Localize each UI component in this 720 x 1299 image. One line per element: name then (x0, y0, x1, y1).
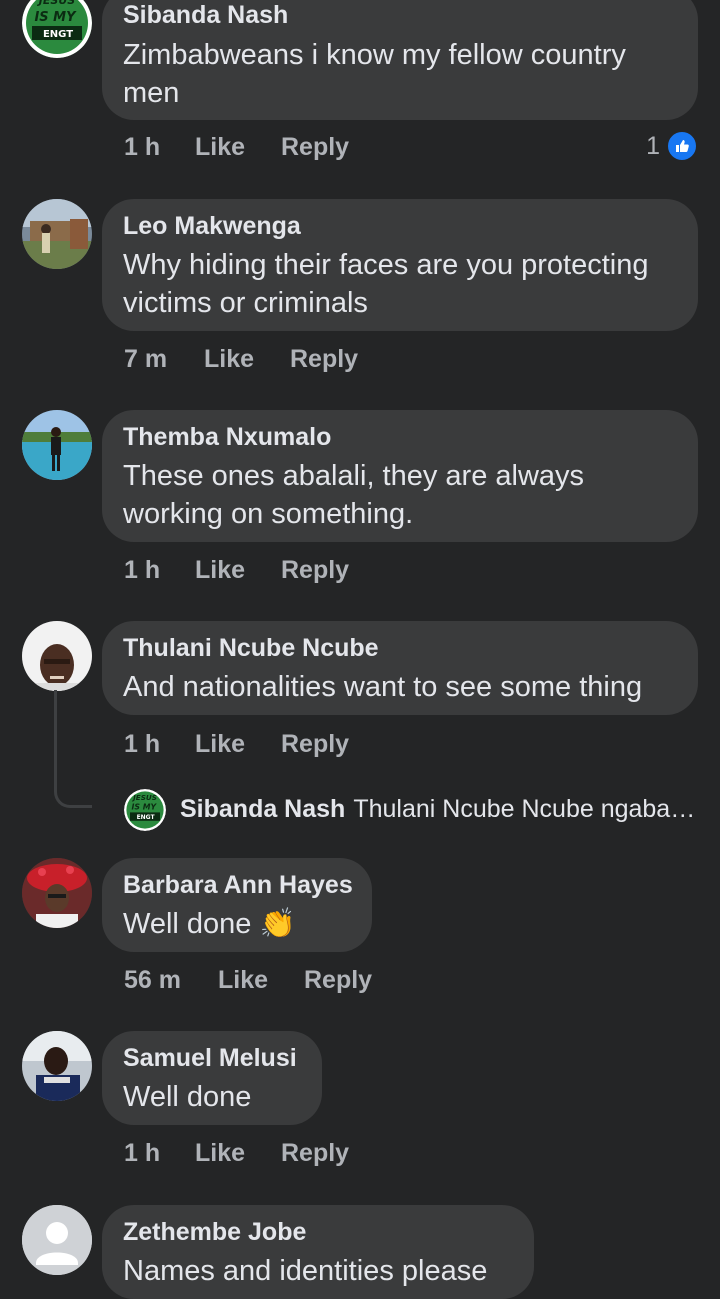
reply-button[interactable]: Reply (290, 345, 358, 374)
commenter-name[interactable]: Samuel Melusi (123, 1044, 297, 1073)
comment-time[interactable]: 56 m (124, 966, 181, 995)
reaction-count: 1 (646, 131, 660, 160)
avatar-logo-text: IS MY (131, 802, 157, 811)
comment-text: Well done 👏 (123, 908, 296, 940)
comment-text: Why hiding their faces are you protectin… (123, 249, 649, 319)
comment-bubble[interactable]: Thulani Ncube Ncube And nationalities wa… (102, 621, 698, 715)
reply-author-name[interactable]: Sibanda Nash (180, 795, 345, 823)
comment-text: Zimbabweans i know my fellow country men (123, 39, 626, 109)
comment-time[interactable]: 1 h (124, 556, 160, 585)
avatar-logo-text: JESUS (37, 0, 75, 7)
comment-bubble[interactable]: Themba Nxumalo These ones abalali, they … (102, 410, 698, 542)
comment-time[interactable]: 7 m (124, 345, 167, 374)
avatar[interactable]: JESUS IS MY ENGT (22, 0, 92, 58)
avatar[interactable] (22, 621, 92, 691)
like-button[interactable]: Like (204, 345, 254, 374)
comment-text: Names and identities please (123, 1255, 488, 1287)
avatar-logo-text: ENGT (137, 814, 156, 821)
comment-time[interactable]: 1 h (124, 133, 160, 162)
comment-text: And nationalities want to see some thing (123, 671, 643, 703)
comment-bubble[interactable]: Sibanda Nash Zimbabweans i know my fello… (102, 0, 698, 120)
default-profile-icon (22, 1205, 92, 1275)
avatar[interactable] (22, 858, 92, 928)
avatar-logo-text: JESUS (131, 793, 157, 802)
reply-button[interactable]: Reply (281, 556, 349, 585)
avatar-logo-text: ENGT (43, 29, 73, 40)
like-button[interactable]: Like (195, 133, 245, 162)
comment-time[interactable]: 1 h (124, 730, 160, 759)
like-button[interactable]: Like (195, 556, 245, 585)
avatar[interactable] (22, 1031, 92, 1101)
reply-thread-line (54, 690, 92, 808)
comment-time[interactable]: 1 h (124, 1139, 160, 1168)
like-button[interactable]: Like (195, 1139, 245, 1168)
reply-preview-text-container: Sibanda Nash Thulani Ncube Ncube ngabak..… (180, 795, 700, 824)
avatar[interactable] (22, 1205, 92, 1275)
comment-text: Well done (123, 1081, 252, 1113)
reply-button[interactable]: Reply (281, 1139, 349, 1168)
comment-text: These ones abalali, they are always work… (123, 460, 585, 530)
comment-bubble[interactable]: Leo Makwenga Why hiding their faces are … (102, 199, 698, 331)
reaction-summary[interactable]: 1 (646, 130, 698, 162)
commenter-name[interactable]: Zethembe Jobe (123, 1218, 306, 1247)
commenter-name[interactable]: Themba Nxumalo (123, 423, 331, 452)
like-button[interactable]: Like (195, 730, 245, 759)
comment-bubble[interactable]: Barbara Ann Hayes Well done 👏 (102, 858, 372, 952)
like-button[interactable]: Like (218, 966, 268, 995)
commenter-name[interactable]: Thulani Ncube Ncube (123, 634, 379, 663)
reply-button[interactable]: Reply (281, 133, 349, 162)
comment-bubble[interactable]: Zethembe Jobe Names and identities pleas… (102, 1205, 534, 1299)
thumbs-up-icon (666, 130, 698, 162)
reply-button[interactable]: Reply (304, 966, 372, 995)
reply-button[interactable]: Reply (281, 730, 349, 759)
commenter-name[interactable]: Sibanda Nash (123, 1, 288, 30)
comment-bubble[interactable]: Samuel Melusi Well done (102, 1031, 322, 1125)
avatar[interactable]: JESUS IS MY ENGT (124, 789, 166, 831)
reply-preview[interactable]: JESUS IS MY ENGT Sibanda Nash Thulani Ncu… (124, 787, 704, 833)
avatar[interactable] (22, 410, 92, 480)
reply-preview-text: Thulani Ncube Ncube ngabak... (353, 795, 700, 823)
avatar[interactable] (22, 199, 92, 269)
avatar-logo-text: IS MY (34, 10, 77, 25)
commenter-name[interactable]: Barbara Ann Hayes (123, 871, 353, 900)
commenter-name[interactable]: Leo Makwenga (123, 212, 301, 241)
